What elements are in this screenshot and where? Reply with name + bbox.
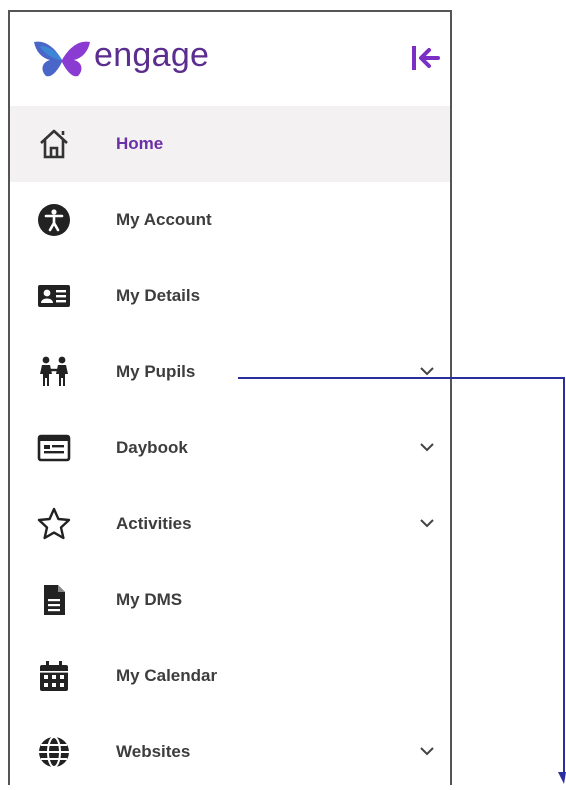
annotation-arrow <box>238 377 566 784</box>
